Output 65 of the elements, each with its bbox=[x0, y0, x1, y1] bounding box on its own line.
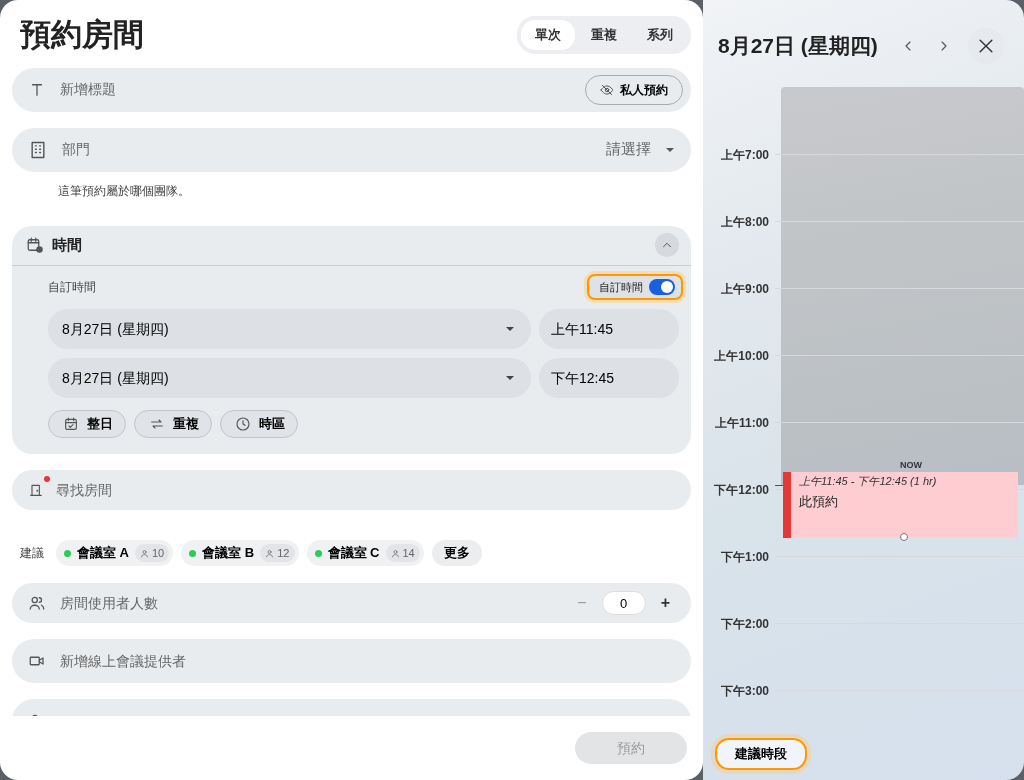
calendar-date: 8月27日 (星期四) bbox=[718, 33, 878, 59]
online-meeting-field[interactable]: 新增線上會議提供者 bbox=[12, 639, 691, 683]
calendar-check-icon bbox=[63, 416, 79, 432]
caret-icon bbox=[665, 146, 675, 153]
date-select[interactable]: 8月27日 (星期四) bbox=[48, 358, 531, 398]
capacity-badge: 10 bbox=[135, 543, 170, 563]
field-label: 自訂時間 bbox=[48, 278, 96, 296]
date-select[interactable]: 8月27日 (星期四) bbox=[48, 309, 531, 349]
person-icon bbox=[140, 548, 149, 558]
suggestion-label: 建議 bbox=[20, 545, 44, 562]
hour-label: 上午11:00 bbox=[713, 415, 769, 432]
capacity-badge: 12 bbox=[260, 543, 295, 563]
mode-tab[interactable]: 系列 bbox=[633, 20, 687, 50]
select-value: 請選擇 bbox=[606, 139, 651, 160]
option-button[interactable]: 時區 bbox=[220, 410, 298, 438]
hour-label: 下午2:00 bbox=[719, 616, 769, 633]
person-icon bbox=[265, 548, 275, 558]
option-button[interactable]: 重複 bbox=[134, 410, 212, 438]
event-time: 上午11:45 - 下午12:45 (1 hr) bbox=[799, 474, 937, 489]
person-icon bbox=[390, 548, 400, 558]
mode-tab[interactable]: 重複 bbox=[577, 20, 631, 50]
calendar-clock-icon bbox=[26, 236, 44, 254]
room-name: 會議室 B bbox=[202, 544, 255, 563]
event-title: 此預約 bbox=[799, 492, 839, 511]
mode-tab[interactable]: 單次 bbox=[521, 20, 575, 50]
hour-label: 上午10:00 bbox=[713, 348, 769, 365]
department-select[interactable]: 部門 請選擇 bbox=[12, 127, 691, 172]
room-name: 會議室 C bbox=[327, 544, 380, 563]
hour-label: 下午1:00 bbox=[719, 549, 769, 566]
close-button[interactable] bbox=[968, 28, 1004, 64]
hint-text: 這筆預約屬於哪個團隊。 bbox=[57, 182, 191, 200]
title-field[interactable]: 新增標題 私人預約 bbox=[12, 67, 691, 112]
plus-button[interactable]: + bbox=[659, 590, 671, 616]
room-name: 會議室 A bbox=[77, 544, 129, 563]
room-chip[interactable]: 會議室 B 12 bbox=[181, 540, 299, 566]
room-chip[interactable]: 會議室 C 14 bbox=[306, 540, 424, 566]
time-select[interactable]: 上午11:45 bbox=[539, 309, 679, 349]
caret-icon bbox=[505, 326, 515, 332]
section-title: 時間 bbox=[52, 234, 82, 255]
attendee-count-row: 房間使用者人數 − 0 + bbox=[12, 583, 691, 623]
hour-label: 上午9:00 bbox=[719, 281, 769, 298]
now-label: NOW bbox=[900, 461, 922, 470]
count-field[interactable]: 0 bbox=[601, 591, 646, 615]
eye-off-icon bbox=[600, 82, 614, 97]
clock-icon bbox=[235, 416, 251, 432]
hour-label: 上午8:00 bbox=[719, 214, 769, 231]
people-icon bbox=[28, 594, 46, 612]
time-select[interactable]: 下午12:45 bbox=[539, 358, 679, 398]
caret-icon bbox=[505, 375, 515, 381]
hour-label: 上午7:00 bbox=[719, 147, 769, 164]
option-button[interactable]: 整日 bbox=[48, 410, 126, 438]
collapse-button[interactable] bbox=[655, 233, 679, 257]
more-button[interactable]: 更多 bbox=[431, 540, 482, 566]
custom-time-toggle[interactable]: 自訂時間 bbox=[587, 273, 683, 300]
room-search-field[interactable]: 尋找房間 bbox=[12, 470, 691, 510]
hour-label: 下午12:00 bbox=[713, 482, 769, 499]
door-icon bbox=[28, 482, 44, 498]
capacity-badge: 14 bbox=[385, 543, 420, 563]
room-chip[interactable]: 會議室 A 10 bbox=[56, 540, 174, 566]
hour-label: 下午3:00 bbox=[719, 683, 769, 700]
building-icon bbox=[28, 139, 48, 160]
now-line bbox=[775, 485, 783, 486]
event-block[interactable]: 上午11:45 - 下午12:45 (1 hr) 此預約 bbox=[783, 472, 1018, 538]
resize-handle[interactable] bbox=[900, 533, 908, 541]
page-title: 預約房間 bbox=[20, 16, 144, 54]
